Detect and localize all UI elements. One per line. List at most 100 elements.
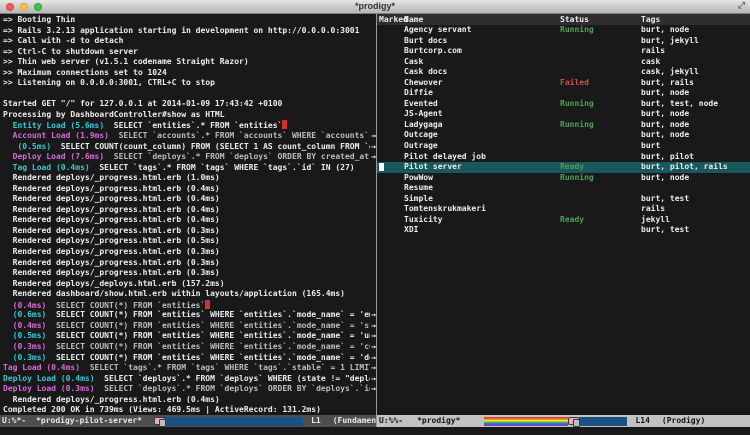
service-tags: jekyll (641, 215, 670, 226)
column-header-status: Status (560, 14, 589, 25)
modeline-buffer-name: *prodigy-pilot-server* (36, 415, 142, 427)
log-line: Completed 200 OK in 739ms (Views: 469.5m… (3, 405, 376, 415)
service-row[interactable]: LadygagaRunningburt, node (377, 120, 750, 131)
service-row[interactable]: Burt docs burt, jekyll (377, 36, 750, 47)
truncation-arrow-icon: → (370, 310, 376, 321)
log-line: Rendered deploys/_progress.html.erb (0.3… (3, 258, 376, 269)
service-row[interactable]: Resume (377, 183, 750, 194)
titlebar[interactable]: *prodigy* ⤢ (0, 0, 750, 14)
service-row[interactable]: Caskcask (377, 57, 750, 68)
service-tags: cask (641, 57, 660, 68)
nyan-trail (165, 417, 303, 426)
service-row[interactable]: EventedRunningburt, test, node (377, 99, 750, 110)
log-line: (0.5ms) SELECT COUNT(count_column) FROM … (3, 142, 376, 153)
service-name: PowWow (404, 173, 433, 184)
log-line: Rendered deploys/_deploys.html.erb (157.… (3, 279, 376, 290)
modeline-buffer-name: *prodigy* (417, 415, 460, 427)
service-row[interactable]: Cask docscask, jekyll (377, 67, 750, 78)
log-text: Rendered deploys/_progress.html.erb (0.3… (3, 268, 220, 277)
echo-area[interactable] (0, 427, 750, 435)
service-status: Running (560, 173, 594, 184)
log-line: Started GET "/" for 127.0.0.1 at 2014-01… (3, 99, 376, 110)
log-line: Deploy Load (0.4ms) SELECT `deploys`.* F… (3, 374, 376, 385)
log-text: Rendered deploys/_progress.html.erb (1.0… (3, 173, 220, 182)
service-row[interactable]: Outcageburt, node (377, 130, 750, 141)
service-name: Chewover (404, 78, 443, 89)
service-row[interactable]: Tomtenskrukmakerirails (377, 204, 750, 215)
log-line: (0.6ms) SELECT COUNT(*) FROM `entities` … (3, 310, 376, 321)
service-tags: burt, node (641, 109, 689, 120)
server-log: => Booting Thin => Rails 3.2.13 applicati… (0, 14, 376, 415)
service-row[interactable]: Outrageburt (377, 141, 750, 152)
modeline-major-mode: (Fundamental) (333, 415, 376, 427)
emacs-cursor (379, 163, 384, 171)
service-row[interactable]: Tuxicity Ready jekyll (377, 215, 750, 226)
log-line: Rendered deploys/_progress.html.erb (0.3… (3, 226, 376, 237)
nyan-progress-bar (154, 417, 303, 426)
service-name: Agency servant (404, 25, 471, 36)
log-text: (0.5ms) (3, 142, 51, 151)
service-name: Tuxicity (404, 215, 443, 226)
server-log-window[interactable]: => Booting Thin => Rails 3.2.13 applicati… (0, 14, 377, 427)
log-text: => Booting Thin (3, 15, 75, 24)
service-row[interactable]: Pilot serverReadyburt, pilot, rails (377, 162, 750, 173)
log-text: Rendered deploys/_progress.html.erb (0.4… (3, 395, 220, 404)
log-text: => Rails 3.2.13 application starting in … (3, 26, 359, 35)
prodigy-window[interactable]: Marked Name Status Tags Agency servantRu… (377, 14, 750, 427)
fullscreen-icon[interactable]: ⤢ (738, 1, 745, 11)
log-text: SELECT COUNT(*) FROM `entities` WHERE `e… (46, 353, 376, 362)
log-text: Rendered deploys/_progress.html.erb (0.4… (3, 205, 220, 214)
service-row[interactable]: Burtcorp.comrails (377, 46, 750, 57)
nyan-trail (579, 417, 627, 426)
log-text: Tag Load (0.4ms) (3, 163, 90, 172)
service-row[interactable]: PowWow Running burt, node (377, 173, 750, 184)
modeline-major-mode: (Prodigy) (662, 415, 705, 427)
log-text: SELECT COUNT(*) FROM `entities` (46, 301, 205, 310)
service-row[interactable]: XDIburt, test (377, 225, 750, 236)
log-text: Rendered deploys/_progress.html.erb (0.5… (3, 236, 220, 245)
log-text: SELECT COUNT(*) FROM `entities` WHERE `e… (46, 321, 376, 330)
service-tags: burt, jekyll (641, 36, 699, 47)
service-row[interactable]: Diffieburt, node (377, 88, 750, 99)
log-text: Rendered deploys/_progress.html.erb (0.4… (3, 215, 220, 224)
log-text: Deploy Load (7.6ms) (3, 152, 104, 161)
window-title: *prodigy* (0, 1, 750, 11)
service-row[interactable]: JS-Agentburt, node (377, 109, 750, 120)
nyan-rainbow (484, 417, 568, 426)
service-name: Resume (404, 183, 433, 194)
service-row[interactable]: ChewoverFailedburt, rails (377, 78, 750, 89)
column-header-name: Name (404, 14, 423, 25)
log-text: SELECT `tags`.* FROM `tags` WHERE `tags`… (90, 163, 355, 172)
service-status: Running (560, 99, 594, 110)
log-text: SELECT COUNT(*) FROM `entities` WHERE `e… (46, 331, 376, 340)
log-text: Completed 200 OK in 739ms (Views: 469.5m… (3, 405, 321, 414)
service-name: Burt docs (404, 36, 447, 47)
log-line: Tag Load (0.4ms) SELECT `tags`.* FROM `t… (3, 163, 376, 174)
log-text: SELECT COUNT(*) FROM `entities` WHERE `e… (46, 310, 376, 319)
log-line: Deploy Load (0.3ms) SELECT `deploys`.* F… (3, 384, 376, 395)
service-row[interactable]: Agency servantRunningburt, node (377, 25, 750, 36)
log-text: SELECT COUNT(*) FROM `entities` WHERE `e… (46, 342, 376, 351)
app-window: *prodigy* ⤢ => Booting Thin => Rails 3.2.… (0, 0, 750, 435)
service-name: Simple (404, 194, 433, 205)
service-status: Failed (560, 78, 589, 89)
service-tags: burt, pilot (641, 152, 694, 163)
trailing-whitespace-highlight (205, 300, 210, 309)
service-name: Outcage (404, 130, 438, 141)
log-line: => Rails 3.2.13 application starting in … (3, 26, 376, 37)
service-name: Pilot delayed job (404, 152, 486, 163)
log-text: Rendered deploys/_progress.html.erb (0.3… (3, 247, 220, 256)
log-line: (0.3ms) SELECT COUNT(*) FROM `entities` … (3, 353, 376, 364)
service-row[interactable]: Pilot delayed job burt, pilot (377, 152, 750, 163)
truncation-arrow-icon: → (370, 152, 376, 163)
service-status: Ready (560, 215, 584, 226)
log-line: Rendered deploys/_progress.html.erb (0.4… (3, 194, 376, 205)
service-tags: burt, node (641, 173, 689, 184)
service-name: Tomtenskrukmakeri (404, 204, 486, 215)
log-text: (0.3ms) (3, 353, 46, 362)
service-row[interactable]: Simpleburt, test (377, 194, 750, 205)
log-line: (0.3ms) SELECT COUNT(*) FROM `entities` … (3, 342, 376, 353)
log-line: Rendered deploys/_progress.html.erb (0.4… (3, 205, 376, 216)
service-tags: burt (641, 141, 660, 152)
service-name: Cask docs (404, 67, 447, 78)
